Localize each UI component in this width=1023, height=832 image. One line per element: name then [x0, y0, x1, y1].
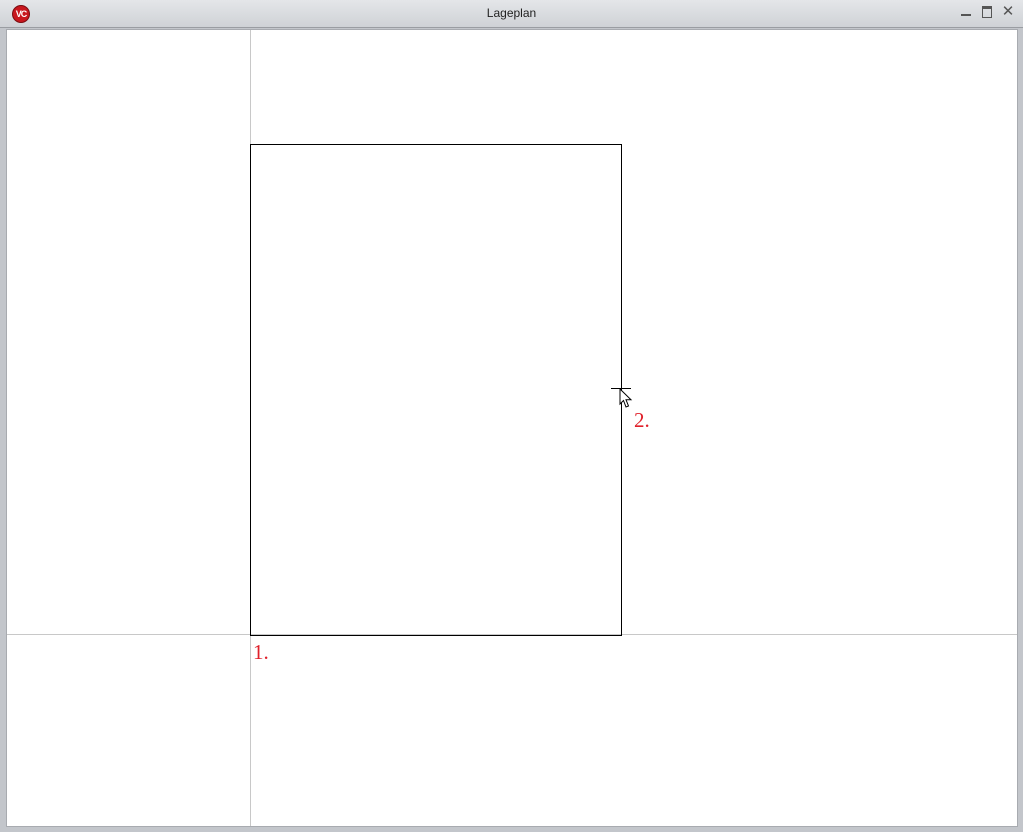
minimize-button[interactable] [956, 3, 976, 21]
point-label-2: 2. [634, 408, 650, 432]
maximize-button[interactable] [977, 3, 997, 21]
app-window: VC Lageplan ✕ 1. 2. [0, 0, 1023, 832]
minimize-icon [961, 14, 971, 16]
window-title: Lageplan [486, 6, 537, 20]
drawing-canvas[interactable]: 1. 2. [6, 29, 1018, 827]
close-button[interactable]: ✕ [998, 3, 1018, 21]
maximize-icon [982, 6, 992, 18]
site-rectangle[interactable] [250, 144, 622, 636]
point-label-1: 1. [253, 640, 269, 664]
title-bar[interactable]: VC Lageplan ✕ [0, 0, 1023, 28]
mouse-cursor-icon [619, 388, 633, 408]
close-icon: ✕ [1001, 3, 1015, 20]
